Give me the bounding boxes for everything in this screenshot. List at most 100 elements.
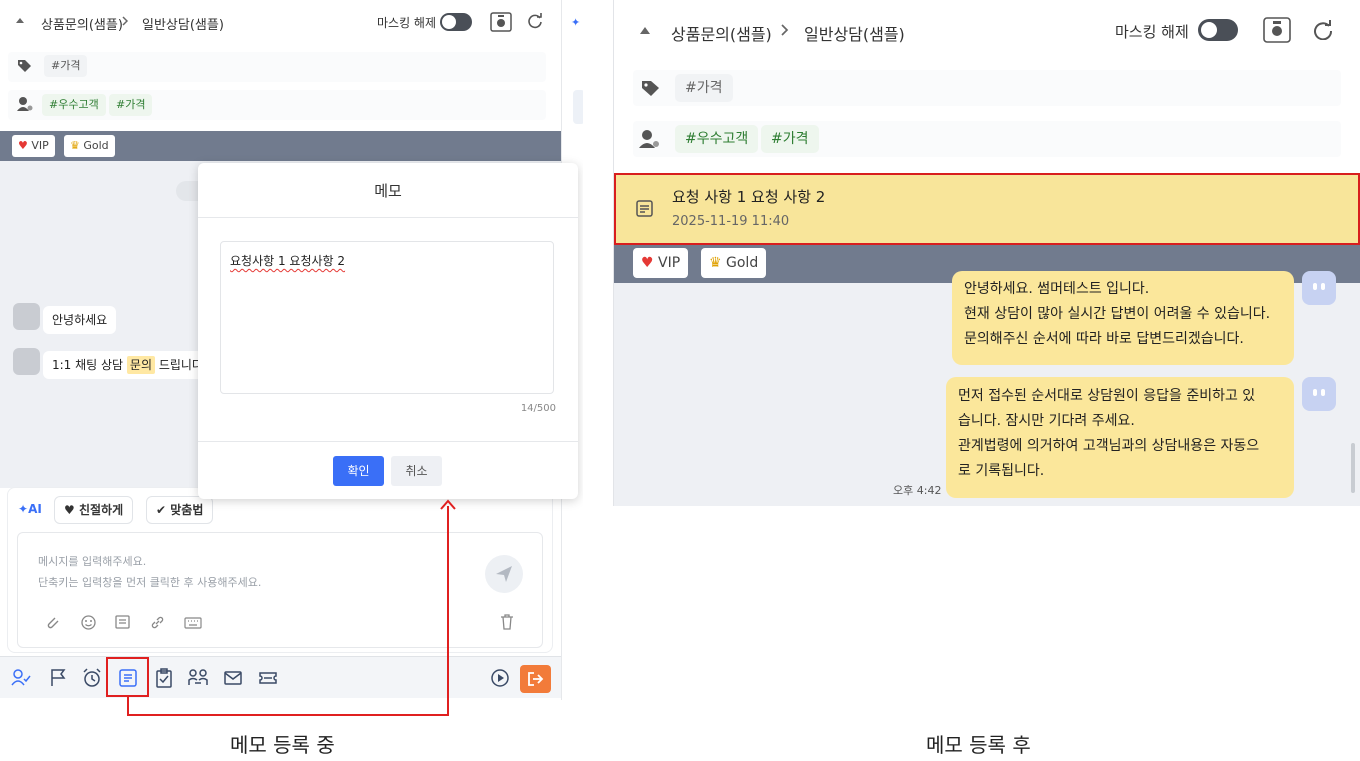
memo-banner[interactable]: 요청 사항 1 요청 사항 2 2025-11-19 11:40	[614, 173, 1360, 245]
memo-icon	[636, 200, 653, 217]
divider	[198, 217, 578, 218]
collapse-up-icon[interactable]	[639, 25, 651, 35]
vip-badge: ♥ VIP	[633, 248, 689, 278]
send-icon	[496, 566, 512, 582]
customer-tag-chip: #가격	[761, 125, 819, 153]
breadcrumb-subcategory[interactable]: 일반상담(샘플)	[142, 14, 224, 33]
tag-icon	[642, 81, 659, 96]
customer-tag-chip: #우수고객	[675, 125, 759, 153]
camera-icon[interactable]	[1263, 17, 1291, 43]
message-time: 오후 4:42	[893, 484, 942, 497]
scrollbar[interactable]	[1351, 443, 1355, 493]
keyword-highlight: 문의	[126, 356, 156, 374]
modal-title: 메모	[374, 182, 402, 200]
ai-assist-label[interactable]: ✦AI	[18, 502, 42, 516]
alarm-clock-icon[interactable]	[82, 668, 102, 688]
arrow-head-icon	[440, 499, 456, 510]
check-circle-icon: ✔	[156, 503, 167, 517]
link-icon[interactable]	[150, 615, 165, 630]
flag-icon[interactable]	[48, 668, 68, 688]
tag-icon	[18, 60, 31, 72]
gold-badge: ♛ Gold	[701, 248, 767, 278]
badge-bar: ♥ VIP ♛ Gold	[0, 131, 561, 161]
customer-tag-chip: #우수고객	[42, 94, 106, 116]
confirm-button[interactable]: 확인	[333, 456, 384, 486]
masking-toggle[interactable]	[440, 13, 472, 31]
attach-icon[interactable]	[47, 616, 61, 630]
customer-avatar	[13, 348, 40, 375]
sparkle-icon: ✦	[571, 16, 581, 29]
customer-avatar	[13, 303, 40, 330]
chevron-right-icon	[781, 24, 789, 36]
customer-tag-chip: #가격	[109, 94, 153, 116]
customer-tag-icon	[17, 97, 33, 111]
right-panel: 상품문의(샘플) 일반상담(샘플) 마스킹 해제 #가격 #우수고객 #가격 요…	[613, 0, 1360, 506]
tag-chip: #가격	[44, 55, 88, 77]
divider	[198, 441, 578, 442]
left-panel: 상품문의(샘플) 일반상담(샘플) 마스킹 해제 #가격 #우수고객 #가격 ♥…	[0, 0, 583, 700]
refresh-icon[interactable]	[527, 13, 543, 29]
memo-text: 요청 사항 1 요청 사항 2	[672, 188, 826, 206]
bot-avatar	[1302, 377, 1336, 411]
heart-icon: ♥	[18, 139, 28, 152]
memo-modal: 메모 요청사항 1 요청사항 2 14/500 확인 취소	[198, 163, 578, 499]
bot-message: 안녕하세요. 썸머테스트 입니다. 현재 상담이 많아 실시간 답변이 어려울 …	[952, 271, 1294, 365]
clipboard-check-icon[interactable]	[154, 668, 174, 688]
memo-timestamp: 2025-11-19 11:40	[672, 214, 790, 229]
collapse-up-icon[interactable]	[15, 16, 25, 24]
message-input[interactable]: 메시지를 입력해주세요. 단축키는 입력창을 먼저 클릭한 후 사용해주세요.	[17, 532, 543, 648]
chat-area: 안녕하세요. 썸머테스트 입니다. 현재 상담이 많아 실시간 답변이 어려울 …	[614, 271, 1360, 506]
memo-text: 요청사항 1 요청사항 2	[230, 254, 346, 268]
crown-icon: ♛	[709, 255, 722, 271]
tag-row-inquiry	[8, 52, 546, 82]
emoji-icon[interactable]	[81, 615, 96, 630]
customer-message: 안녕하세요	[43, 306, 117, 334]
caption-left: 메모 등록 중	[230, 733, 335, 757]
side-tab[interactable]	[573, 90, 583, 124]
chevron-right-icon	[122, 16, 129, 26]
highlight-box	[106, 657, 149, 697]
ticket-icon[interactable]	[258, 668, 278, 688]
chat-header: 상품문의(샘플) 일반상담(샘플) 마스킹 해제	[0, 0, 561, 44]
crown-icon: ♛	[70, 139, 80, 152]
compose-area: ✦AI ♥ 친절하게 ✔ 맞춤법 메시지를 입력해주세요. 단축키는 입력창을 …	[7, 487, 553, 653]
customer-message: 1:1 채팅 상담 문의 드립니다.	[43, 351, 207, 379]
customer-tag-icon	[639, 130, 659, 148]
bottom-toolbar	[0, 656, 561, 698]
bot-avatar	[1302, 271, 1336, 305]
play-circle-icon[interactable]	[490, 668, 510, 688]
gold-badge: ♛ Gold	[64, 135, 115, 157]
exit-icon	[528, 672, 544, 686]
bot-message: 먼저 접수된 순서대로 상담원이 응답을 준비하고 있 습니다. 잠시만 기다려…	[946, 377, 1294, 498]
mail-icon[interactable]	[223, 668, 243, 688]
input-placeholder: 메시지를 입력해주세요.	[38, 555, 147, 568]
breadcrumb-category[interactable]: 상품문의(샘플)	[41, 14, 123, 33]
template-icon[interactable]	[115, 615, 130, 629]
connector-line	[127, 714, 449, 716]
connector-line	[447, 506, 449, 716]
trash-icon[interactable]	[500, 614, 514, 630]
tag-row-inquiry	[633, 70, 1341, 106]
heart-icon: ♥	[641, 255, 654, 271]
spellcheck-button[interactable]: ✔ 맞춤법	[146, 496, 214, 524]
memo-textarea[interactable]: 요청사항 1 요청사항 2	[220, 241, 554, 394]
masking-label: 마스킹 해제	[1115, 23, 1189, 41]
refresh-icon[interactable]	[1313, 20, 1333, 40]
masking-toggle[interactable]	[1198, 19, 1238, 41]
cancel-button[interactable]: 취소	[391, 456, 442, 486]
caption-right: 메모 등록 후	[926, 733, 1031, 757]
tag-chip: #가격	[675, 74, 733, 102]
kind-tone-button[interactable]: ♥ 친절하게	[54, 496, 134, 524]
input-placeholder: 단축키는 입력창을 먼저 클릭한 후 사용해주세요.	[38, 576, 262, 589]
breadcrumb-category[interactable]: 상품문의(샘플)	[671, 21, 772, 45]
breadcrumb-subcategory[interactable]: 일반상담(샘플)	[804, 21, 905, 45]
end-chat-button[interactable]	[520, 665, 551, 693]
user-check-icon[interactable]	[11, 668, 31, 688]
keyboard-icon[interactable]	[184, 617, 202, 629]
send-button[interactable]	[485, 555, 523, 593]
camera-icon[interactable]	[490, 12, 512, 32]
heart-icon: ♥	[64, 503, 75, 517]
sparkle-icon: ✦	[18, 502, 29, 516]
transfer-users-icon[interactable]	[188, 668, 208, 688]
vip-badge: ♥ VIP	[12, 135, 55, 157]
